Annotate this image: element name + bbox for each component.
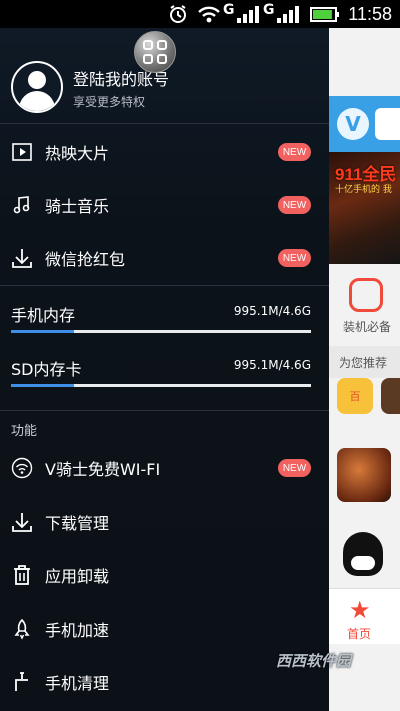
menu-item-uninstall[interactable]: 应用卸载: [0, 549, 329, 601]
storage-value: 995.1M/4.6G: [233, 304, 311, 318]
bag-icon[interactable]: [349, 278, 383, 312]
rocket-icon: [10, 617, 34, 641]
music-note-icon: [10, 193, 34, 217]
storage-sd-card[interactable]: SD内存卡 995.1M/4.6G: [0, 356, 329, 410]
menu-item-label: 手机清理: [45, 674, 110, 693]
new-badge: NEW: [278, 249, 311, 267]
v-logo-icon: V: [337, 108, 369, 140]
banner-subtitle: 十亿手机的 我: [335, 185, 392, 195]
banner-image[interactable]: 911全民 十亿手机的 我: [329, 152, 400, 264]
broom-icon: [10, 670, 34, 694]
menu-item-download-manager[interactable]: 下载管理: [0, 496, 329, 548]
trash-icon: [10, 563, 34, 587]
network-type-label-1: G: [223, 2, 235, 18]
storage-phone[interactable]: 手机内存 995.1M/4.6G: [0, 302, 329, 356]
new-badge: NEW: [278, 459, 311, 477]
storage-progress-fill: [11, 330, 74, 333]
signal-g-1-icon: [236, 0, 260, 28]
download-icon: [10, 510, 34, 534]
status-bar: G G 11:58: [0, 0, 400, 28]
search-box[interactable]: [375, 108, 400, 140]
menu-item-label: 应用卸载: [45, 567, 110, 586]
background-app[interactable]: V 911全民 十亿手机的 我 装机必备 为您推荐 百 ★ 首页: [329, 28, 400, 711]
app-icon-1[interactable]: 百: [337, 378, 373, 414]
menu-item-label: 骑士音乐: [45, 197, 110, 216]
new-badge: NEW: [278, 196, 311, 214]
storage-progress-bar: [11, 384, 311, 387]
home-tab-label[interactable]: 首页: [347, 625, 371, 642]
avatar-icon[interactable]: [11, 61, 63, 113]
storage-label: SD内存卡: [11, 360, 82, 379]
signal-g-2-icon: [276, 0, 300, 28]
divider: [0, 410, 329, 411]
menu-item-speedup[interactable]: 手机加速: [0, 603, 329, 655]
new-badge: NEW: [278, 143, 311, 161]
status-clock: 11:58: [348, 3, 392, 24]
watermark: 西西软件园: [276, 652, 352, 670]
app-icon-2[interactable]: [381, 378, 400, 414]
section-title: 功能: [11, 424, 38, 439]
floating-grid-icon[interactable]: [134, 31, 176, 73]
menu-item-label: V骑士免费WI-FI: [45, 460, 161, 479]
divider: [0, 123, 329, 124]
storage-label: 手机内存: [11, 306, 76, 325]
divider: [0, 285, 329, 286]
menu-item-label: 微信抢红包: [45, 250, 126, 269]
battery-icon: [310, 0, 340, 28]
menu-item-label: 热映大片: [45, 144, 110, 163]
menu-item-label: 手机加速: [45, 621, 110, 640]
bag-label: 装机必备: [343, 320, 392, 334]
menu-item-red-packet[interactable]: 微信抢红包 NEW: [0, 232, 329, 284]
menu-item-label: 下载管理: [45, 514, 110, 533]
alarm-icon: [168, 0, 188, 28]
menu-item-music[interactable]: 骑士音乐 NEW: [0, 179, 329, 231]
download-icon: [10, 246, 34, 270]
star-icon[interactable]: ★: [349, 598, 371, 622]
app-icon-3[interactable]: [337, 448, 391, 502]
side-drawer: 登陆我的账号 享受更多特权 热映大片 NEW 骑士音乐 NEW 微信抢红包 NE…: [0, 28, 329, 711]
recommend-label: 为您推荐: [339, 356, 388, 370]
menu-item-movies[interactable]: 热映大片 NEW: [0, 126, 329, 178]
wifi-icon: [197, 0, 221, 28]
qq-penguin-icon[interactable]: [343, 532, 383, 576]
storage-value: 995.1M/4.6G: [233, 358, 311, 372]
play-icon: [10, 140, 34, 164]
wifi-icon: [10, 456, 34, 480]
login-subtitle: 享受更多特权: [73, 95, 146, 109]
profile-header[interactable]: 登陆我的账号 享受更多特权: [0, 28, 329, 124]
network-type-label-2: G: [263, 2, 275, 18]
storage-progress-fill: [11, 384, 74, 387]
menu-item-wifi[interactable]: V骑士免费WI-FI NEW: [0, 442, 329, 494]
storage-progress-bar: [11, 330, 311, 333]
